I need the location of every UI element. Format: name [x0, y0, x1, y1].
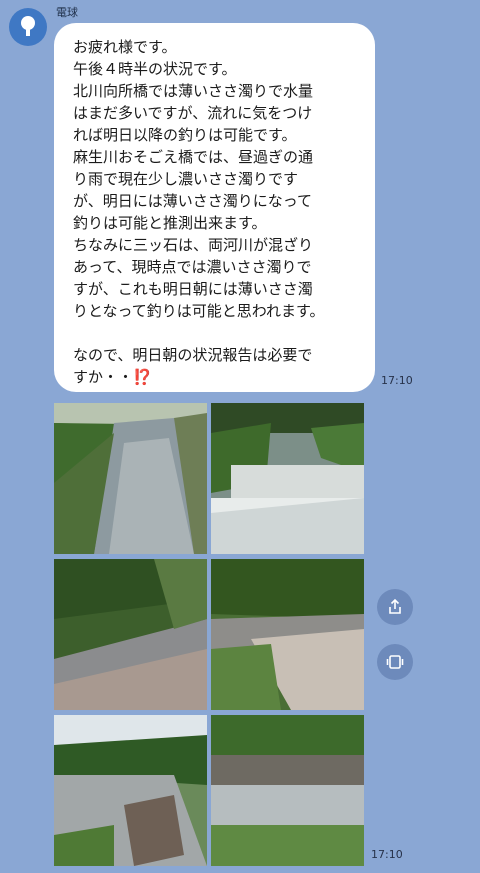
avatar[interactable] — [9, 8, 47, 46]
lightbulb-icon — [21, 16, 35, 36]
photo-weir-2[interactable] — [211, 403, 364, 554]
album-button[interactable] — [377, 644, 413, 680]
photo-river-3[interactable] — [54, 559, 207, 710]
photo-grid[interactable] — [54, 403, 364, 870]
message-text: お疲れ様です。 午後４時半の状況です。 北川向所橋では薄いささ濁りで水量 はまだ… — [73, 38, 325, 386]
photos-time: 17:10 — [371, 848, 403, 861]
share-button[interactable] — [377, 589, 413, 625]
photo-river-6[interactable] — [211, 715, 364, 866]
share-icon — [389, 598, 401, 614]
album-icon — [386, 655, 404, 669]
sender-name: 電球 — [56, 6, 78, 19]
photo-river-4[interactable] — [211, 559, 364, 710]
message-time: 17:10 — [381, 374, 413, 387]
exclamation-question-emoji: ⁉️ — [133, 368, 152, 386]
message-bubble[interactable]: お疲れ様です。 午後４時半の状況です。 北川向所橋では薄いささ濁りで水量 はまだ… — [54, 23, 375, 392]
photo-river-1[interactable] — [54, 403, 207, 554]
photo-river-5[interactable] — [54, 715, 207, 866]
